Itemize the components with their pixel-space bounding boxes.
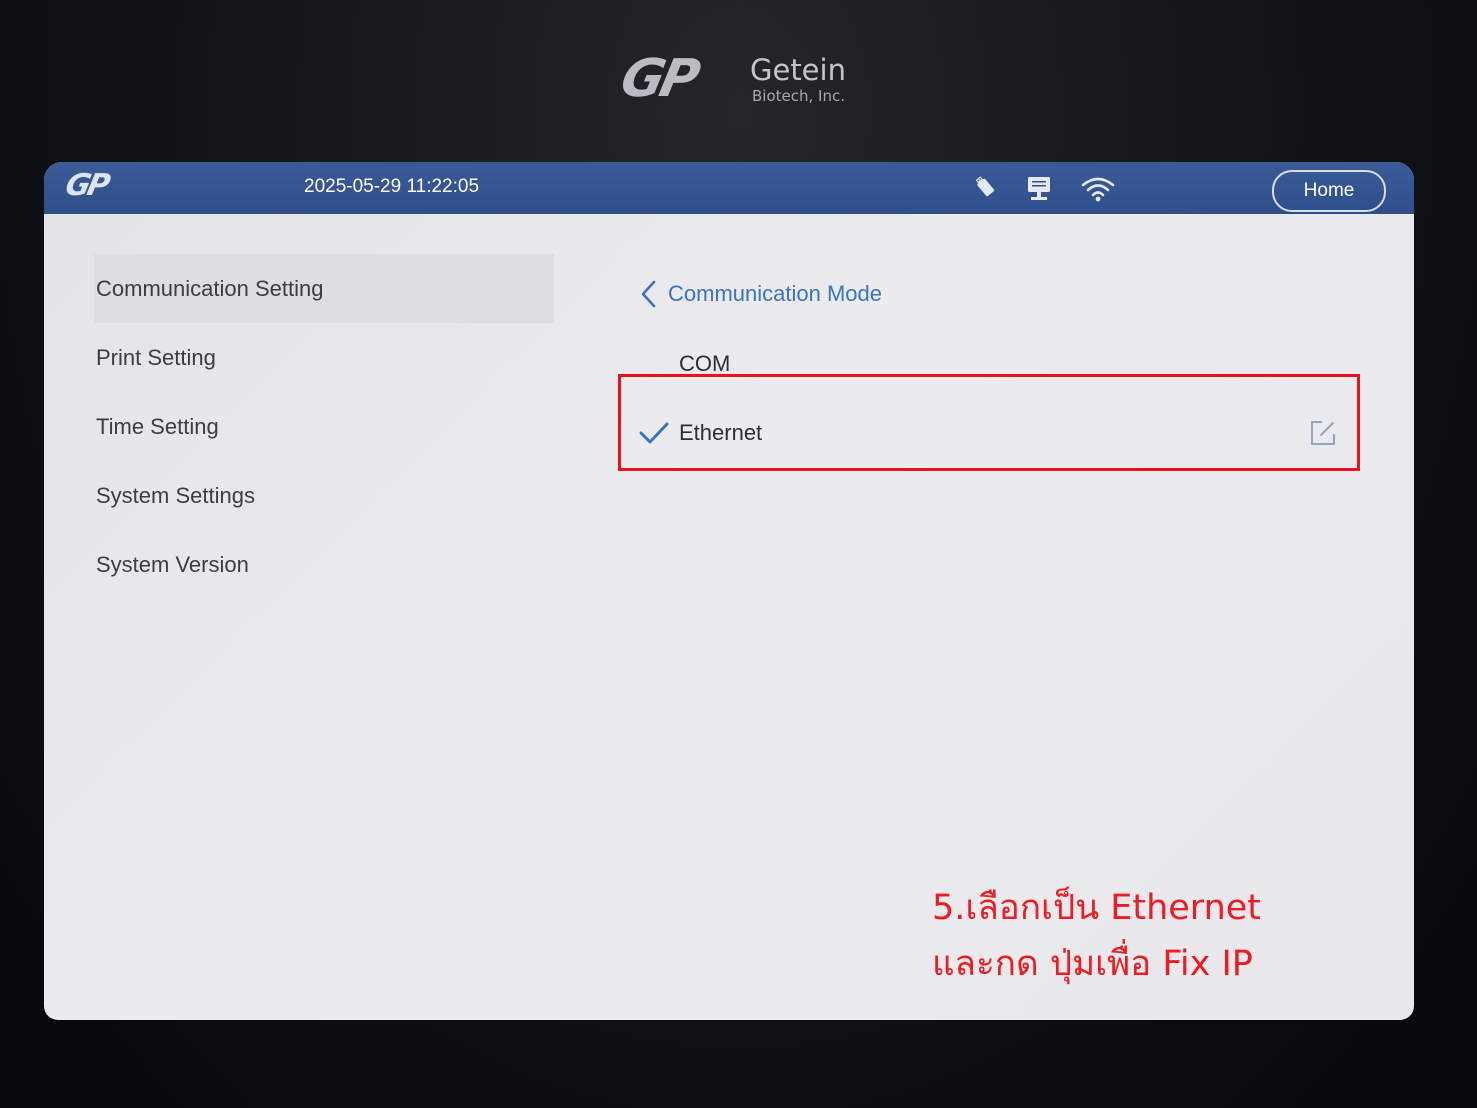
settings-menu: Communication Setting Print Setting Time… — [94, 254, 554, 599]
menu-item-communication-setting[interactable]: Communication Setting — [94, 254, 554, 323]
menu-item-time-setting[interactable]: Time Setting — [94, 392, 554, 461]
wifi-icon — [1081, 177, 1115, 202]
annotation-line-1: 5.เลือกเป็น Ethernet — [932, 888, 1262, 928]
menu-item-print-setting[interactable]: Print Setting — [94, 323, 554, 392]
datetime-display: 2025-05-29 11:22:05 — [304, 176, 480, 197]
usb-icon — [975, 176, 995, 197]
menu-item-system-settings[interactable]: System Settings — [94, 461, 554, 530]
brand-mark: GP — [615, 49, 702, 109]
back-button[interactable]: Communication Mode — [638, 274, 882, 314]
highlight-box — [618, 374, 1360, 471]
instruction-annotation: 5.เลือกเป็น Ethernet และกด ปุ่มเพื่อ Fix… — [932, 880, 1312, 992]
status-bar: GP 2025-05-29 11:22:05 Home — [44, 162, 1414, 214]
annotation-line-2: และกด ปุ่มเพื่อ Fix IP — [932, 944, 1253, 984]
brand-name: Getein — [750, 53, 846, 87]
chevron-left-icon — [641, 280, 656, 308]
panel-title: Communication Mode — [668, 281, 882, 306]
brand-subtitle: Biotech, Inc. — [752, 87, 845, 105]
lan-icon — [1028, 177, 1050, 200]
device-bezel: GP Getein Biotech, Inc. GP 2025-05-29 11… — [0, 0, 1477, 1108]
home-button[interactable]: Home — [1272, 170, 1386, 212]
menu-item-system-version[interactable]: System Version — [94, 530, 554, 599]
statusbar-logo: GP — [62, 168, 111, 203]
